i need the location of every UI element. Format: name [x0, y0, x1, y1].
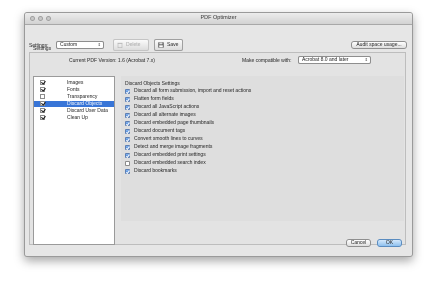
compatibility-select-value: Acrobat 8.0 and later: [302, 57, 349, 63]
checkbox-icon[interactable]: [125, 121, 130, 126]
checkbox-icon[interactable]: [40, 94, 45, 99]
audit-space-usage-button[interactable]: Audit space usage...: [351, 41, 407, 49]
checkbox-icon[interactable]: [125, 161, 130, 166]
current-pdf-version: Current PDF Version: 1.6 (Acrobat 7.x): [69, 58, 155, 64]
settings-group: Current PDF Version: 1.6 (Acrobat 7.x) M…: [29, 52, 406, 245]
checkbox-icon[interactable]: [125, 129, 130, 134]
pane-title: Discard Objects Settings: [125, 81, 180, 87]
sidebar-item-fonts[interactable]: Fonts: [34, 87, 114, 93]
pdf-optimizer-dialog: PDF Optimizer Settings: Custom ⇕ Delete …: [24, 12, 413, 257]
option-label: Discard all form submission, import and …: [134, 88, 252, 94]
checkbox-icon[interactable]: [125, 105, 130, 110]
floppy-disk-icon: [158, 42, 164, 48]
checkbox-icon[interactable]: [40, 108, 45, 113]
sidebar-item-label: Clean Up: [67, 115, 88, 121]
cancel-button[interactable]: Cancel: [346, 239, 371, 247]
save-button[interactable]: Save: [154, 39, 183, 51]
discard-objects-settings-pane: Discard Objects Settings Discard all for…: [121, 76, 404, 221]
sidebar-item-images[interactable]: Images: [34, 80, 114, 86]
sidebar-item-label: Discard User Data: [67, 108, 108, 114]
checkbox-icon[interactable]: [125, 113, 130, 118]
settings-select[interactable]: Custom ⇕: [56, 41, 104, 49]
sidebar-item-transparency[interactable]: Transparency: [34, 94, 114, 100]
compatibility-select[interactable]: Acrobat 8.0 and later ⇕: [298, 56, 371, 64]
sidebar-item-label: Images: [67, 80, 84, 86]
checkbox-icon[interactable]: [125, 169, 130, 174]
option-label: Discard embedded page thumbnails: [134, 120, 215, 126]
checkbox-icon[interactable]: [125, 145, 130, 150]
sidebar-item-discard-user-data[interactable]: Discard User Data: [34, 108, 114, 114]
trash-icon: [117, 42, 123, 48]
sidebar-item-label: Transparency: [67, 94, 98, 100]
category-list: Images Fonts Transparency Discard Object…: [33, 76, 115, 245]
checkbox-icon[interactable]: [40, 115, 45, 120]
save-button-label: Save: [167, 42, 179, 48]
option-label: Discard bookmarks: [134, 168, 177, 174]
option-label: Discard document tags: [134, 128, 186, 134]
delete-button[interactable]: Delete: [113, 39, 149, 51]
checkbox-icon[interactable]: [40, 80, 45, 85]
sidebar-item-label: Discard Objects: [67, 101, 103, 107]
option-label: Detect and merge image fragments: [134, 144, 213, 150]
checkbox-icon[interactable]: [125, 153, 130, 158]
title-bar: PDF Optimizer: [25, 13, 412, 25]
checkbox-icon[interactable]: [125, 137, 130, 142]
delete-button-label: Delete: [126, 42, 141, 48]
checkbox-icon[interactable]: [125, 89, 130, 94]
option-label: Discard embedded print settings: [134, 152, 206, 158]
settings-select-value: Custom: [60, 42, 78, 48]
toolbar: Settings: Custom ⇕ Delete Save Audit spa…: [25, 25, 412, 51]
sidebar-item-label: Fonts: [67, 87, 80, 93]
select-arrows-icon: ⇕: [364, 57, 368, 62]
option-label: Discard embedded search index: [134, 160, 206, 166]
checkbox-icon[interactable]: [125, 97, 130, 102]
option-label: Convert smooth lines to curves: [134, 136, 203, 142]
sidebar-item-discard-objects[interactable]: Discard Objects: [34, 101, 114, 107]
sidebar-item-clean-up[interactable]: Clean Up: [34, 115, 114, 121]
option-label: Flatten form fields: [134, 96, 174, 102]
checkbox-icon[interactable]: [40, 101, 45, 106]
window-title: PDF Optimizer: [200, 15, 237, 21]
select-arrows-icon: ⇕: [97, 42, 101, 47]
compat-label: Make compatible with:: [242, 58, 292, 64]
option-label: Discard all JavaScript actions: [134, 104, 200, 110]
checkbox-icon[interactable]: [40, 87, 45, 92]
ok-button[interactable]: OK: [377, 239, 402, 247]
option-label: Discard all alternate images: [134, 112, 196, 118]
